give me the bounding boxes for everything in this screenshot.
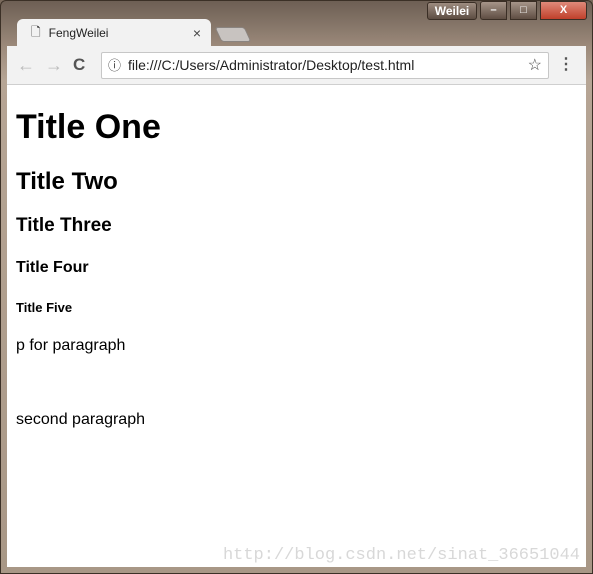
heading-1: Title One	[16, 108, 161, 146]
forward-icon[interactable]: →	[45, 55, 63, 76]
url-text[interactable]: file:///C:/Users/Administrator/Desktop/t…	[128, 57, 414, 73]
heading-4: Title Four	[16, 259, 89, 276]
browser-tab[interactable]: 🗋 FengWeilei ×	[17, 19, 211, 47]
star-icon[interactable]: ☆	[528, 53, 542, 78]
tab-title: FengWeilei	[48, 26, 109, 40]
info-icon[interactable]: ⓘ	[108, 53, 121, 78]
user-badge[interactable]: Weilei	[427, 2, 477, 20]
page-content: Title One Title Two Title Three Title Fo…	[7, 85, 586, 567]
close-window-button[interactable]: X	[540, 1, 587, 20]
new-tab-button[interactable]	[214, 27, 252, 42]
heading-3: Title Three	[16, 215, 112, 236]
window-controls: – □ X	[480, 1, 587, 20]
paragraph-1: p for paragraph	[16, 337, 126, 354]
heading-2: Title Two	[16, 168, 118, 195]
back-icon[interactable]: ←	[17, 55, 35, 76]
minimize-button[interactable]: –	[480, 1, 507, 20]
watermark: http://blog.csdn.net/sinat_36651044	[222, 546, 580, 565]
tab-close-icon[interactable]: ×	[193, 25, 201, 41]
menu-icon[interactable]: ⋮	[558, 54, 574, 74]
heading-5: Title Five	[16, 300, 73, 315]
toolbar: ← → C ⓘ file:///C:/Users/Administrator/D…	[7, 46, 586, 85]
paragraph-2: second paragraph	[16, 411, 145, 428]
reload-icon[interactable]: C	[73, 55, 85, 75]
maximize-button[interactable]: □	[510, 1, 537, 20]
page-icon: 🗋	[31, 24, 41, 39]
address-bar[interactable]: ⓘ file:///C:/Users/Administrator/Desktop…	[101, 52, 549, 79]
